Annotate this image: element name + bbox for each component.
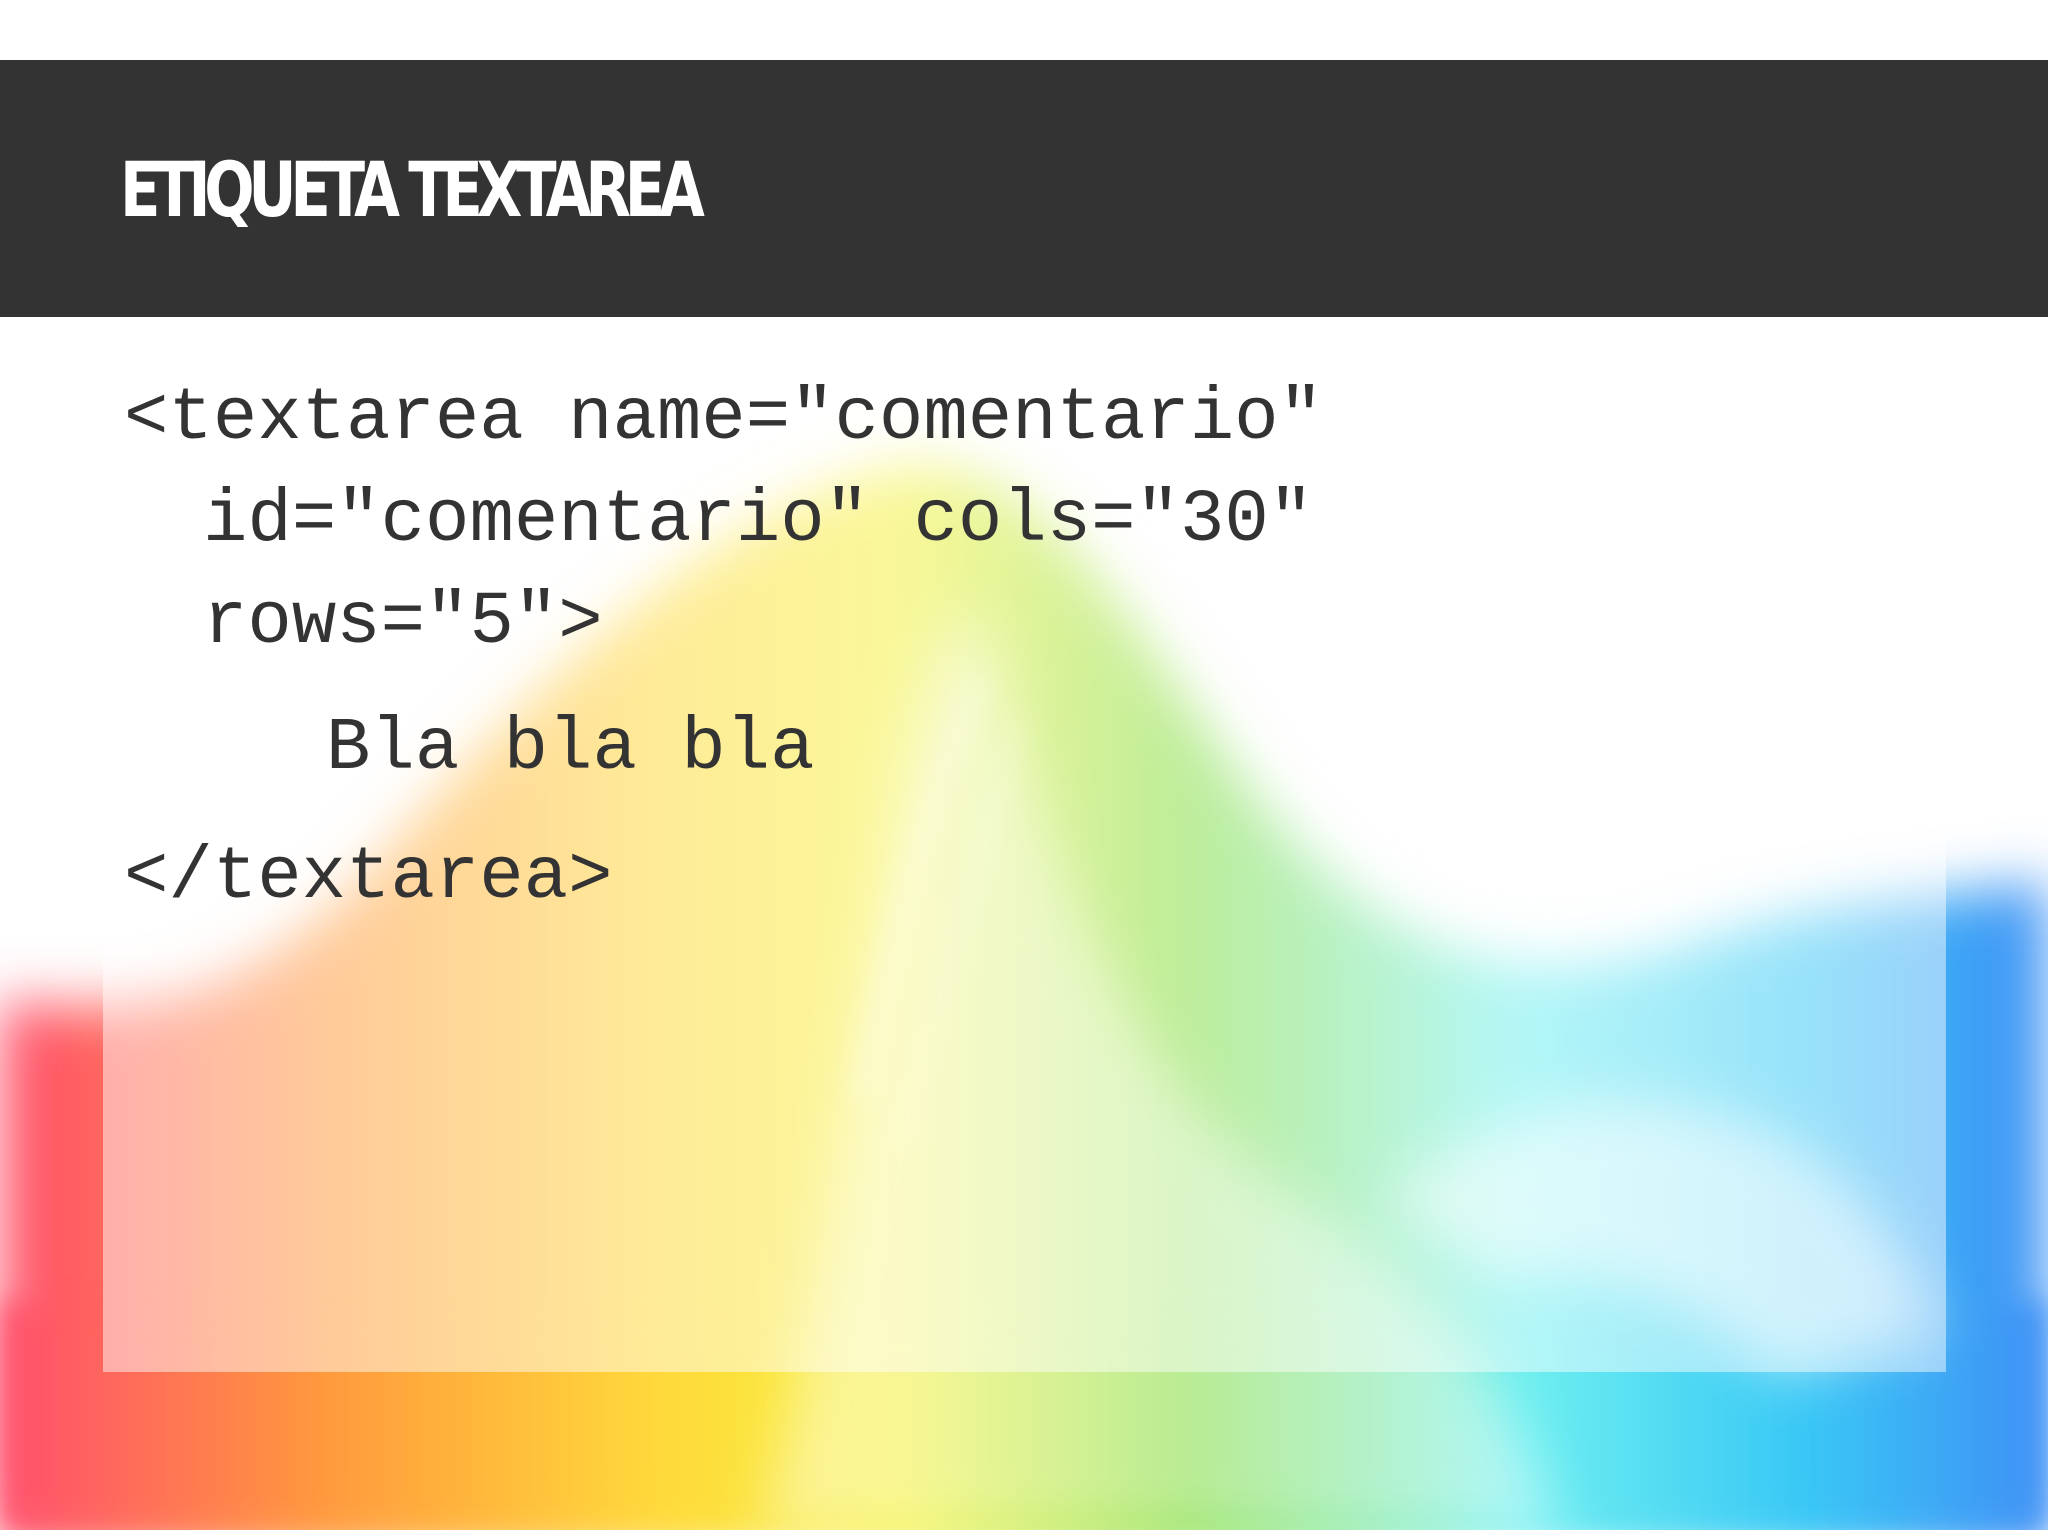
code-line-attributes: id="comentario" cols="30" (203, 479, 1314, 563)
slide-title: Etiqueta textarea (120, 145, 705, 234)
slide: Etiqueta textarea <textarea name="coment… (0, 0, 2048, 1536)
code-line-content: Bla bla bla (326, 707, 815, 791)
code-line-rows: rows="5"> (203, 581, 603, 665)
code-line-textarea-open: <textarea name="comentario" (124, 377, 1323, 461)
code-line-textarea-close: </textarea> (124, 836, 613, 920)
